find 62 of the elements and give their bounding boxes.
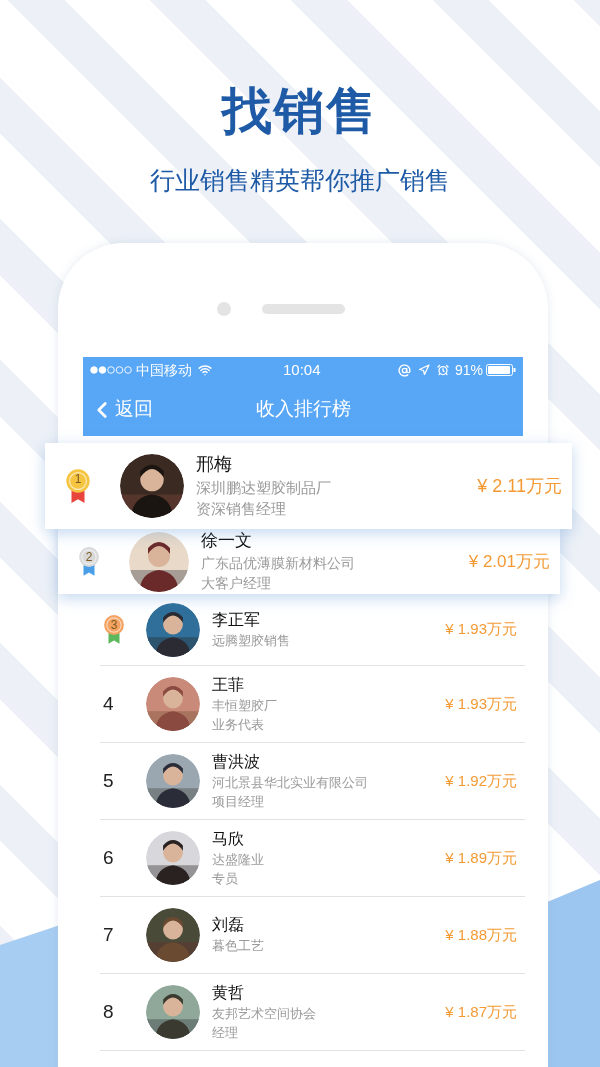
ranking-row[interactable]: 8 黄哲 友邦艺术空间协会 经理 ¥ 1.87万元 bbox=[100, 974, 525, 1051]
company-name: 河北景县华北实业有限公司 bbox=[212, 774, 369, 791]
medal-icon bbox=[103, 614, 125, 645]
company-name: 友邦艺术空间协会 bbox=[212, 1005, 317, 1022]
ranking-row[interactable]: 3 李正军 远腾塑胶销售 ¥ 1.93万元 bbox=[100, 594, 525, 666]
income-amount: ¥ 1.87万元 bbox=[445, 1001, 518, 1022]
ranking-row[interactable]: 5 曹洪波 河北景县华北实业有限公司 项目经理 ¥ 1.92万元 bbox=[100, 743, 525, 820]
carrier-name: 中国移动 bbox=[136, 360, 192, 380]
person-name: 曹洪波 bbox=[212, 751, 261, 772]
income-amount: ¥ 1.93万元 bbox=[445, 693, 518, 714]
alarm-icon bbox=[436, 364, 449, 376]
ranking-row[interactable]: 4 王菲 丰恒塑胶厂 业务代表 ¥ 1.93万元 bbox=[100, 666, 525, 743]
job-title: 资深销售经理 bbox=[196, 500, 287, 519]
signal-icon bbox=[90, 366, 132, 374]
ranking-row[interactable]: 6 马欣 达盛隆业 专员 ¥ 1.89万元 bbox=[100, 820, 525, 897]
rank-number: 2 bbox=[85, 551, 93, 564]
medal-icon bbox=[78, 546, 100, 577]
camera-icon bbox=[217, 302, 231, 316]
page-title: 收入排行榜 bbox=[255, 397, 351, 422]
medal-icon bbox=[65, 467, 91, 505]
headline: 找销售 bbox=[222, 86, 378, 136]
rank-number: 4 bbox=[103, 691, 114, 716]
wifi-icon bbox=[198, 363, 212, 377]
status-time: 10:04 bbox=[283, 359, 321, 380]
company-name: 达盛隆业 bbox=[212, 851, 265, 868]
company-name: 暮色工艺 bbox=[212, 938, 265, 955]
ranking-card[interactable]: 1 邢梅 深圳鹏达塑胶制品厂 资深销售经理 ¥ 2.11万元 bbox=[45, 443, 572, 529]
company-name: 广东品优薄膜新材料公司 bbox=[201, 554, 356, 573]
rank-number: 7 bbox=[103, 922, 114, 947]
location-arrow-icon bbox=[417, 364, 430, 376]
job-title: 项目经理 bbox=[212, 794, 265, 811]
rank-number: 6 bbox=[103, 845, 114, 870]
job-title: 专员 bbox=[212, 871, 239, 888]
rank-number: 1 bbox=[74, 472, 82, 485]
company-name: 远腾塑胶销售 bbox=[212, 632, 291, 650]
person-name: 马欣 bbox=[212, 828, 245, 849]
rank-number: 5 bbox=[103, 768, 114, 793]
job-title: 经理 bbox=[212, 1025, 239, 1042]
income-amount: ¥ 1.89万元 bbox=[445, 847, 518, 868]
income-amount: ¥ 2.11万元 bbox=[477, 474, 563, 498]
income-amount: ¥ 1.92万元 bbox=[445, 770, 518, 791]
job-title: 大客户经理 bbox=[201, 575, 272, 593]
battery-percent: 91% bbox=[454, 360, 483, 380]
person-name: 李正军 bbox=[212, 609, 261, 630]
job-title: 业务代表 bbox=[212, 717, 265, 734]
income-amount: ¥ 1.93万元 bbox=[445, 619, 518, 640]
person-name: 邢梅 bbox=[196, 453, 233, 476]
company-name: 深圳鹏达塑胶制品厂 bbox=[196, 478, 332, 498]
rank-number: 3 bbox=[110, 619, 118, 632]
rank-number: 8 bbox=[103, 999, 114, 1024]
ranking-row[interactable]: 7 刘磊 暮色工艺 ¥ 1.88万元 bbox=[100, 897, 525, 974]
company-name: 丰恒塑胶厂 bbox=[212, 697, 278, 714]
person-name: 王菲 bbox=[212, 674, 245, 695]
person-name: 刘磊 bbox=[212, 915, 245, 936]
at-icon bbox=[397, 363, 411, 377]
income-amount: ¥ 1.88万元 bbox=[445, 924, 518, 945]
battery-icon bbox=[486, 364, 516, 376]
income-amount: ¥ 2.01万元 bbox=[468, 550, 551, 573]
subtitle: 行业销售精英帮你推广销售 bbox=[150, 168, 450, 193]
ranking-card[interactable]: 2 徐一文 广东品优薄膜新材料公司 大客户经理 ¥ 2.01万元 bbox=[58, 529, 560, 594]
person-name: 黄哲 bbox=[212, 982, 245, 1003]
person-name: 徐一文 bbox=[201, 530, 253, 552]
